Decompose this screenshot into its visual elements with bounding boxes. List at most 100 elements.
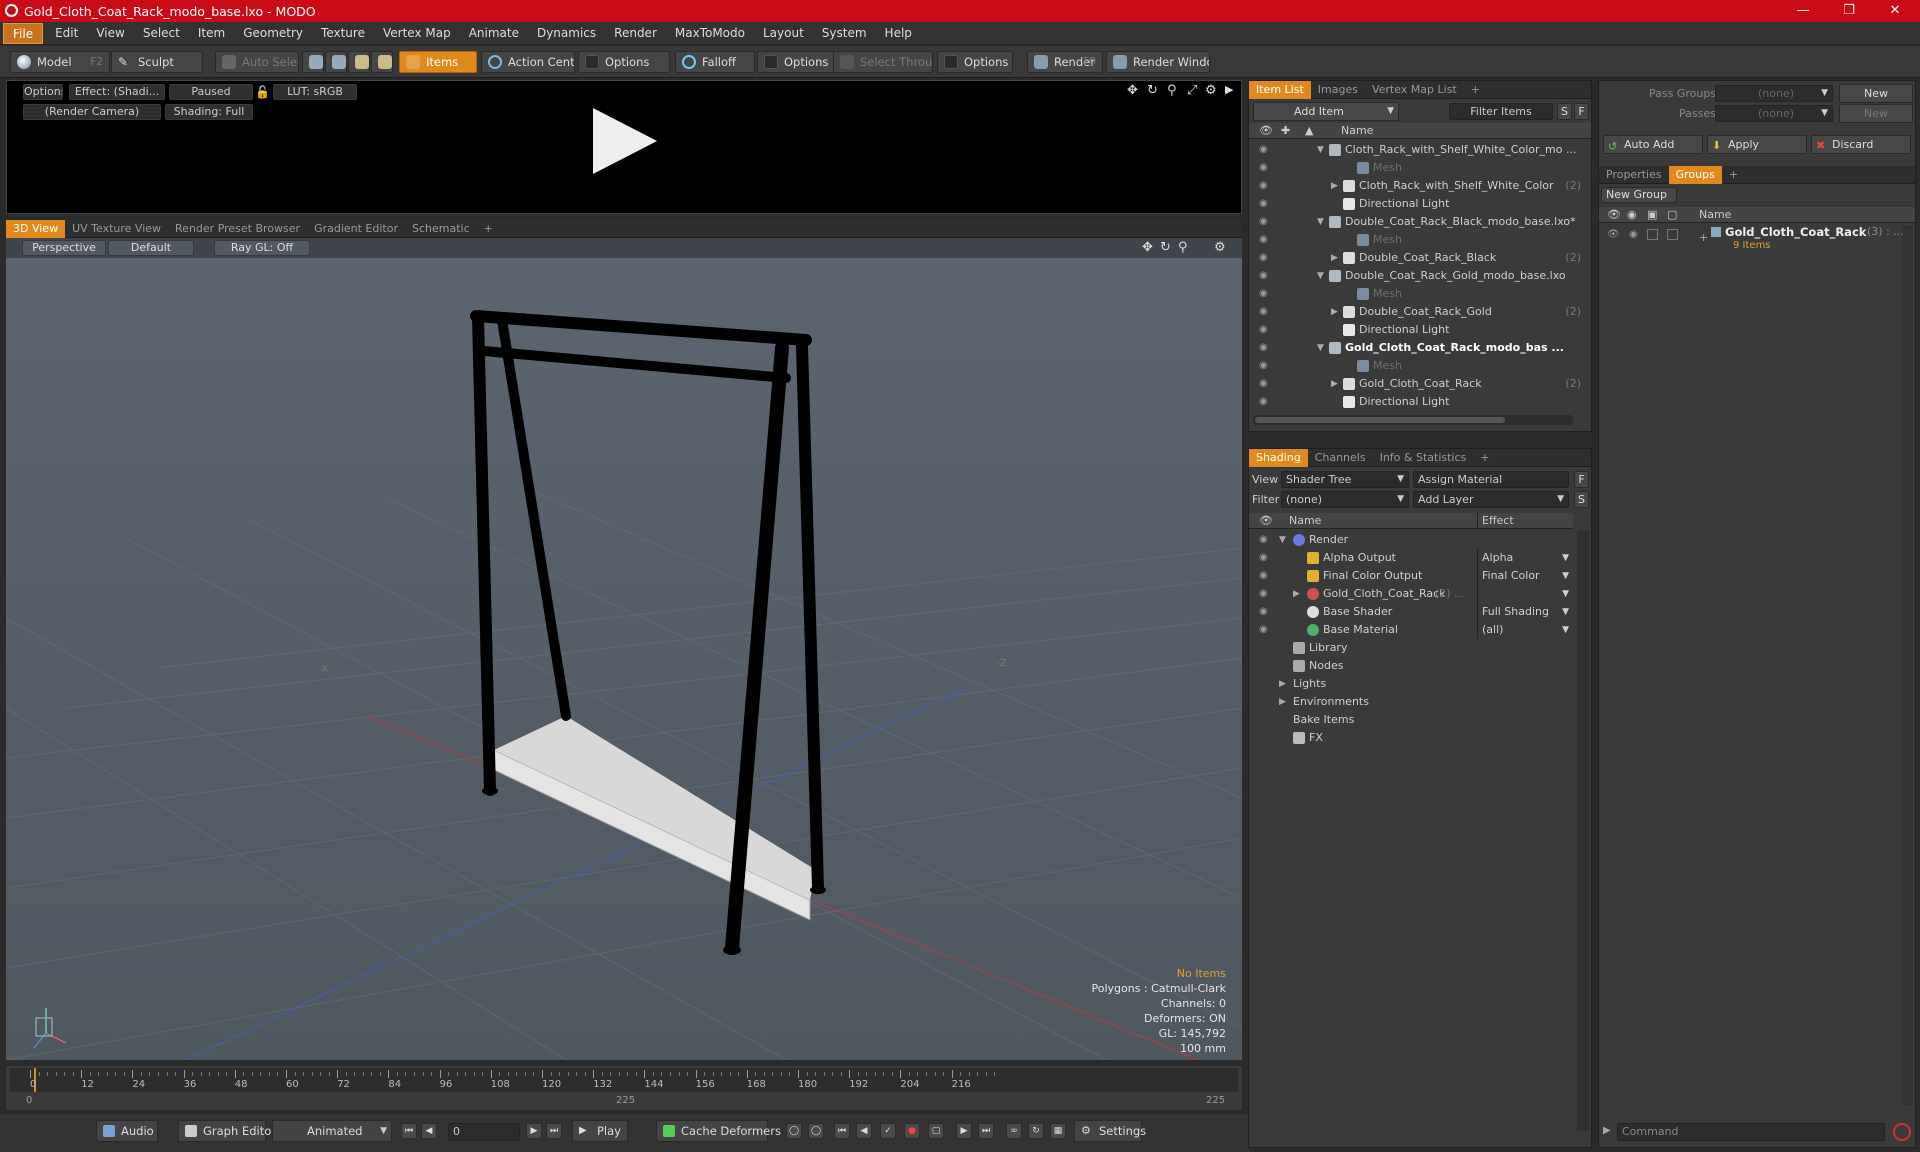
tab-gradient-editor[interactable]: Gradient Editor — [307, 220, 405, 238]
expand-arrow-icon[interactable]: ▶ — [1279, 693, 1289, 711]
falloff-button[interactable]: Falloff — [675, 51, 755, 73]
menu-item[interactable]: Item — [189, 22, 234, 45]
item-list-row[interactable]: ◉ ▼ Gold_Cloth_Coat_Rack_modo_bas ... — [1249, 339, 1591, 357]
preview-camera-dropdown[interactable]: (Render Camera) — [23, 104, 161, 120]
visibility-column-icon[interactable]: 👁 — [1259, 513, 1273, 529]
preview-shading-dropdown[interactable]: Shading: Full — [165, 104, 253, 120]
render-column-icon[interactable]: ◉ — [1627, 207, 1637, 223]
zoom-icon[interactable]: ⚲ — [1178, 240, 1188, 255]
perspective-dropdown[interactable]: Perspective — [22, 240, 106, 256]
material-select-button[interactable] — [371, 51, 393, 73]
tab-render-preset-browser[interactable]: Render Preset Browser — [168, 220, 307, 238]
gear-icon[interactable]: ⚙ — [1205, 83, 1217, 98]
menu-maxtomodo[interactable]: MaxToModo — [666, 22, 754, 45]
item-list-s-button[interactable]: S — [1557, 103, 1572, 120]
visibility-eye-icon[interactable]: ◉ — [1259, 360, 1271, 372]
cache-deformers-button[interactable]: Cache Deformers — [656, 1120, 781, 1142]
prev-frame-icon[interactable]: ◀ — [421, 1123, 437, 1139]
render-window-button[interactable]: Render Window — [1106, 51, 1210, 73]
menu-animate[interactable]: Animate — [460, 22, 528, 45]
visibility-eye-icon[interactable]: ◉ — [1259, 606, 1271, 618]
item-list-h-scrollbar[interactable] — [1253, 415, 1573, 425]
visibility-eye-icon[interactable]: ◉ — [1259, 288, 1271, 300]
effect-dropdown[interactable]: Full Shading ▼ — [1477, 603, 1573, 621]
item-list-row[interactable]: ◉ Directional Light — [1249, 393, 1591, 411]
visibility-eye-icon[interactable]: ◉ — [1259, 162, 1271, 174]
sync-icon[interactable]: ↻ — [1028, 1123, 1044, 1139]
play-icon[interactable] — [593, 108, 657, 174]
pan-icon[interactable]: ✥ — [1142, 240, 1153, 255]
group-visibility-icon[interactable]: 👁 — [1607, 229, 1620, 240]
visibility-eye-icon[interactable]: ◉ — [1259, 234, 1271, 246]
shader-tree-row[interactable]: ◉ ▶ Gold_Cloth_Coat_Rack (2) ... ▼ — [1249, 585, 1573, 603]
default-dropdown[interactable]: Default — [108, 240, 194, 256]
scroll-thumb[interactable] — [1255, 417, 1505, 423]
edge-select-button[interactable] — [325, 51, 347, 73]
select-column-icon[interactable]: ▢ — [1667, 207, 1677, 223]
item-list-row[interactable]: ◉ ▶ Double_Coat_Rack_Black (2) — [1249, 249, 1591, 267]
collapse-arrow-icon[interactable]: ▼ — [1317, 267, 1327, 285]
visibility-eye-icon[interactable]: ◉ — [1259, 198, 1271, 210]
tab-3d-view[interactable]: 3D View — [6, 219, 66, 238]
menu-select[interactable]: Select — [134, 22, 189, 45]
next-marker-icon[interactable]: ▶ — [956, 1123, 972, 1139]
vertex-select-button[interactable] — [302, 51, 324, 73]
render-button[interactable]: Render F9 — [1027, 51, 1103, 73]
auto-key-icon[interactable]: ◯ — [808, 1123, 824, 1139]
visibility-eye-icon[interactable]: ◉ — [1259, 270, 1271, 282]
prev-marker-icon[interactable]: ◀ — [856, 1123, 872, 1139]
move-view-icon[interactable]: ✥ — [1127, 83, 1138, 98]
menu-dynamics[interactable]: Dynamics — [528, 22, 605, 45]
item-list-row[interactable]: ◉ ▼ Double_Coat_Rack_Black_modo_base.lxo* — [1249, 213, 1591, 231]
shader-tree-row[interactable]: ▶ Environments — [1249, 693, 1573, 711]
record-icon[interactable]: ● — [904, 1123, 920, 1139]
new-group-button[interactable]: New Group — [1601, 187, 1677, 203]
shader-tree-row[interactable]: Library — [1249, 639, 1573, 657]
filter-keys-icon[interactable]: ▦ — [1050, 1123, 1066, 1139]
viewport-gear-icon[interactable]: ⚙ — [1214, 240, 1226, 255]
falloff-options-button[interactable]: Options — [757, 51, 835, 73]
shader-tree-row[interactable]: ◉ Final Color Output Final Color ▼ — [1249, 567, 1573, 585]
group-expand-icon[interactable]: + — [1699, 231, 1708, 244]
shader-tree-row[interactable]: ◉ Alpha Output Alpha ▼ — [1249, 549, 1573, 567]
lock-column-icon[interactable]: ▣ — [1647, 207, 1657, 223]
close-icon[interactable]: ✕ — [1872, 0, 1918, 22]
collapse-arrow-icon[interactable]: ▼ — [1317, 339, 1327, 357]
visibility-eye-icon[interactable]: ◉ — [1259, 252, 1271, 264]
preview-lut-dropdown[interactable]: LUT: sRGB — [273, 84, 357, 100]
add-tab-button[interactable]: + — [1722, 166, 1745, 184]
model-mode-button[interactable]: Model F2 — [10, 51, 110, 73]
filter-dropdown[interactable]: (none) ▼ — [1281, 491, 1409, 508]
shader-tree-row[interactable]: Bake Items — [1249, 711, 1573, 729]
visibility-column-icon[interactable]: 👁 — [1259, 123, 1273, 139]
expand-arrow-icon[interactable]: ▶ — [1279, 675, 1289, 693]
assign-material-button[interactable]: Assign Material — [1413, 471, 1569, 488]
visibility-eye-icon[interactable]: ◉ — [1259, 144, 1271, 156]
restore-icon[interactable]: ❐ — [1826, 0, 1872, 22]
collapse-arrow-icon[interactable]: ▼ — [1317, 141, 1327, 159]
apply-button[interactable]: ⬇ Apply — [1707, 135, 1807, 154]
set-key-icon[interactable]: ✓ — [880, 1123, 896, 1139]
visibility-eye-icon[interactable]: ◉ — [1259, 180, 1271, 192]
shading-f-button[interactable]: F — [1574, 471, 1589, 488]
command-expand-icon[interactable]: ▶ — [1603, 1125, 1611, 1136]
expand-arrow-icon[interactable]: ▶ — [1331, 303, 1341, 321]
collapse-arrow-icon[interactable]: ▼ — [1279, 531, 1289, 549]
auto-select-button[interactable]: Auto Select — [215, 51, 299, 73]
item-list-row[interactable]: ◉ ▶ Cloth_Rack_with_Shelf_White_Color (2) — [1249, 177, 1591, 195]
group-row[interactable]: 👁 ◉ + Gold_Cloth_Coat_Rack (3) : ... 9 I… — [1599, 225, 1915, 259]
visibility-eye-icon[interactable]: ◉ — [1259, 588, 1271, 600]
next-frame-icon[interactable]: ▶ — [526, 1123, 542, 1139]
item-list-row[interactable]: ◉ Directional Light — [1249, 321, 1591, 339]
shader-tree-row[interactable]: ◉ Base Material (all) ▼ — [1249, 621, 1573, 639]
filter-items-input[interactable]: Filter Items — [1449, 103, 1553, 120]
audio-button[interactable]: Audio — [96, 1120, 158, 1142]
new-pass-group-button[interactable]: New — [1839, 84, 1913, 103]
visibility-eye-icon[interactable]: ◉ — [1259, 216, 1271, 228]
add-tab-button[interactable]: + — [1473, 449, 1496, 467]
tab-vertex-map-list[interactable]: Vertex Map List — [1365, 81, 1464, 99]
graph-editor-button[interactable]: Graph Editor — [178, 1120, 276, 1142]
visibility-eye-icon[interactable]: ◉ — [1259, 378, 1271, 390]
timeline[interactable]: 0 12 24 36 48 60 72 84 96 108 120 132 144 156 168 180 19… — [6, 1066, 1242, 1110]
items-mode-button[interactable]: Items — [399, 51, 477, 73]
